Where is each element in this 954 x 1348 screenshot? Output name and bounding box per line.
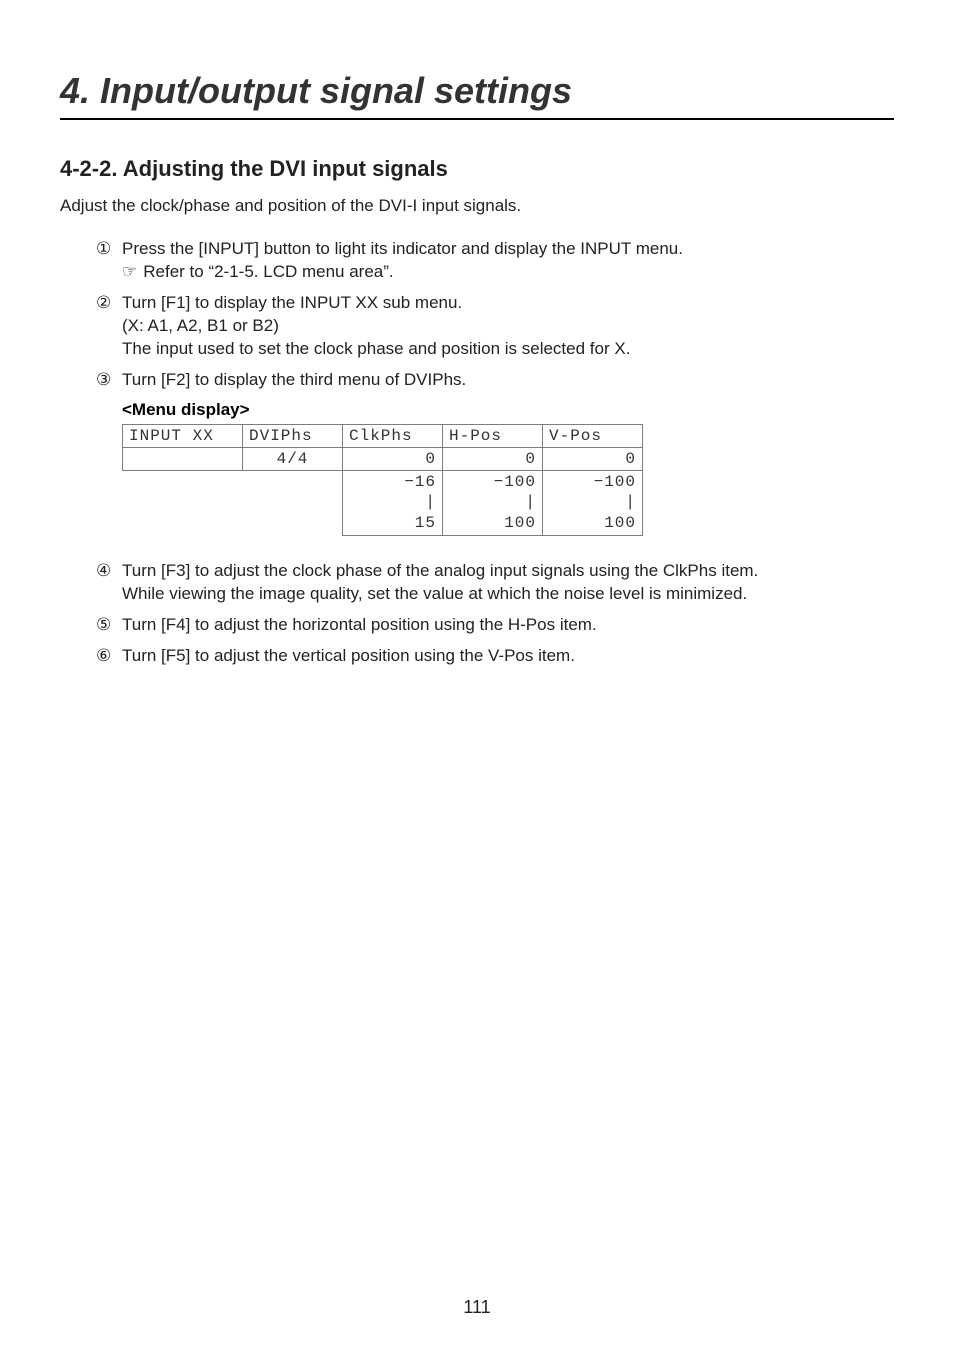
menu-value-hpos: 0 (443, 447, 543, 470)
menu-header-clkphs: ClkPhs (343, 424, 443, 447)
step-number: ③ (96, 369, 111, 392)
menu-header-dviphs: DVIPhs (243, 424, 343, 447)
menu-header-hpos: H-Pos (443, 424, 543, 447)
section-title: 4-2-2. Adjusting the DVI input signals (60, 156, 894, 182)
menu-range-vpos: −100 | 100 (543, 470, 643, 535)
step-2: ② Turn [F1] to display the INPUT XX sub … (96, 292, 894, 361)
step-6: ⑥ Turn [F5] to adjust the vertical posit… (96, 645, 894, 668)
menu-value-clkphs: 0 (343, 447, 443, 470)
step-number: ② (96, 292, 111, 315)
step-1: ① Press the [INPUT] button to light its … (96, 238, 894, 284)
step-ref: ☞ Refer to “2-1-5. LCD menu area”. (122, 261, 894, 284)
step-text: Turn [F5] to adjust the vertical positio… (122, 646, 575, 665)
chapter-title: 4. Input/output signal settings (60, 70, 894, 120)
menu-value-dviphs: 4/4 (243, 447, 343, 470)
menu-range-hpos: −100 | 100 (443, 470, 543, 535)
step-number: ⑥ (96, 645, 111, 668)
step-subtext: While viewing the image quality, set the… (122, 583, 894, 606)
step-number: ④ (96, 560, 111, 583)
menu-value-vpos: 0 (543, 447, 643, 470)
menu-header-input: INPUT XX (123, 424, 243, 447)
step-3: ③ Turn [F2] to display the third menu of… (96, 369, 894, 392)
page: 4. Input/output signal settings 4-2-2. A… (0, 0, 954, 1348)
step-subtext: The input used to set the clock phase an… (122, 338, 894, 361)
steps-list-2: ④ Turn [F3] to adjust the clock phase of… (60, 560, 894, 668)
step-text: Turn [F2] to display the third menu of D… (122, 370, 466, 389)
hand-pointer-icon: ☞ (122, 261, 137, 284)
step-number: ⑤ (96, 614, 111, 637)
intro-text: Adjust the clock/phase and position of t… (60, 196, 894, 216)
step-5: ⑤ Turn [F4] to adjust the horizontal pos… (96, 614, 894, 637)
step-ref-text: Refer to “2-1-5. LCD menu area”. (143, 262, 393, 281)
step-number: ① (96, 238, 111, 261)
step-subtext: (X: A1, A2, B1 or B2) (122, 315, 894, 338)
steps-list: ① Press the [INPUT] button to light its … (60, 238, 894, 392)
step-text: Turn [F4] to adjust the horizontal posit… (122, 615, 597, 634)
step-text: Turn [F1] to display the INPUT XX sub me… (122, 293, 462, 312)
menu-range-clkphs: −16 | 15 (343, 470, 443, 535)
step-text: Press the [INPUT] button to light its in… (122, 239, 683, 258)
menu-display-label: <Menu display> (60, 400, 894, 420)
step-text: Turn [F3] to adjust the clock phase of t… (122, 561, 758, 580)
page-number: 111 (0, 1297, 954, 1318)
menu-header-vpos: V-Pos (543, 424, 643, 447)
menu-value-input (123, 447, 243, 470)
step-4: ④ Turn [F3] to adjust the clock phase of… (96, 560, 894, 606)
menu-display-table: INPUT XX DVIPhs ClkPhs H-Pos V-Pos 4/4 0… (60, 424, 894, 536)
